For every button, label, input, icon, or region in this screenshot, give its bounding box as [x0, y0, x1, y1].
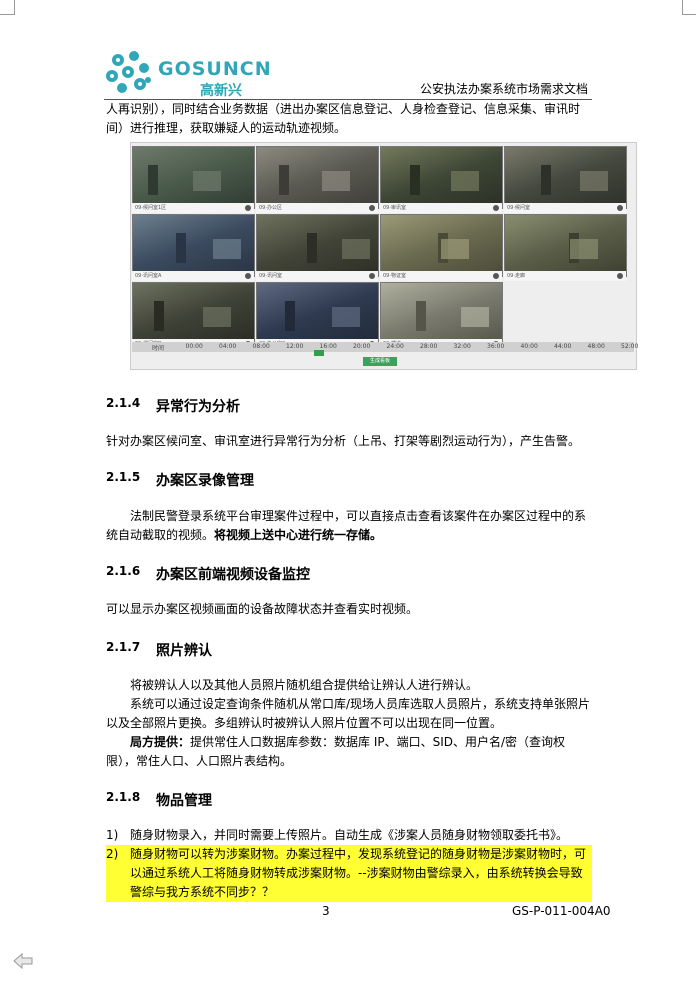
timeline-tick: 52:00 [621, 343, 639, 350]
section-number: 2.1.7 [106, 640, 141, 654]
camera-label: 09·讯问室 [259, 273, 282, 279]
video-timeline[interactable]: 时间 00:00 04:00 08:00 12:00 16:00 20:00 24:00 28:… [132, 342, 638, 352]
camera-feed[interactable] [132, 214, 255, 277]
timeline-tick: 20:00 [353, 343, 371, 350]
section-title: 物品管理 [156, 793, 212, 809]
play-icon[interactable] [493, 273, 499, 279]
page-corner-mark [0, 0, 15, 15]
camera-label: 09·审讯室 [383, 205, 406, 211]
timeline-tick: 24:00 [386, 343, 404, 350]
play-icon[interactable] [369, 205, 375, 211]
timeline-tick: 36:00 [487, 343, 505, 350]
section-number: 2.1.8 [106, 790, 141, 804]
camera-feed[interactable] [380, 146, 503, 209]
logo-mark-icon [106, 51, 151, 93]
camera-label-bar: 09·审讯室 [380, 203, 502, 213]
gosuncn-logo: GOSUNCN 高新兴 [104, 50, 274, 99]
list-item-highlighted: 2) 随身财物可以转为涉案财物。办案过程中，发现系统登记的随身财物是涉案财物时，… [106, 845, 592, 902]
camera-label-bar: 09·办公区 [256, 203, 378, 213]
camera-label: 09·候问室 [507, 205, 530, 211]
camera-feed[interactable] [256, 282, 379, 345]
list-number: 1) [106, 828, 119, 842]
section-number: 2.1.5 [106, 470, 141, 484]
camera-label: 09·办公区 [259, 205, 282, 211]
intro-paragraph: 人再识别），同时结合业务数据（进出办案区信息登记、人身检查登记、信息采集、审讯时… [106, 102, 581, 135]
section-title: 办案区前端视频设备监控 [156, 567, 310, 583]
section-number: 2.1.6 [106, 564, 141, 578]
document-code: GS-P-011-004A0 [512, 904, 611, 918]
camera-label-bar: 09·候问室1区 [132, 203, 254, 213]
logo-text-cn: 高新兴 [200, 83, 242, 99]
camera-feed[interactable] [380, 214, 503, 277]
timeline-tick: 40:00 [520, 343, 538, 350]
camera-label-bar: 09·讯问室 [256, 271, 378, 281]
back-arrow-icon[interactable] [12, 952, 34, 970]
cctv-screenshot: 09·候问室1区 09·办公区 09·审讯室 09·候问室 09·讯问室A 09·讯问室 0… [130, 142, 638, 370]
camera-label: 09·讯问室A [135, 273, 162, 279]
camera-feed[interactable] [256, 146, 379, 209]
camera-label-bar: 09·讯问室A [132, 271, 254, 281]
document-header: GOSUNCN 高新兴 公安执法办案系统市场需求文档 [104, 44, 592, 100]
timeline-tick: 48:00 [587, 343, 605, 350]
camera-label-bar: 09·走廊 [504, 271, 626, 281]
timeline-tick: 32:00 [453, 343, 471, 350]
timeline-tick: 28:00 [420, 343, 438, 350]
camera-feed[interactable] [132, 282, 255, 345]
camera-label: 09·走廊 [507, 273, 525, 279]
camera-label: 09·物证室 [383, 273, 406, 279]
bold-label: 局方提供： [130, 735, 191, 749]
section-text: 将被辨认人以及其他人员照片随机组合提供给让辨认人进行辨认。 [130, 678, 479, 692]
play-icon[interactable] [369, 273, 375, 279]
section-number: 2.1.4 [106, 396, 141, 410]
timeline-tick: 08:00 [252, 343, 270, 350]
camera-feed[interactable] [504, 146, 627, 209]
list-text: 随身财物可以转为涉案财物。办案过程中，发现系统登记的随身财物是涉案财物时，可以通… [130, 847, 587, 899]
page-number: 3 [322, 904, 330, 918]
document-title: 公安执法办案系统市场需求文档 [419, 82, 588, 96]
timeline-tick: 12:00 [286, 343, 304, 350]
camera-feed[interactable] [256, 214, 379, 277]
section-title: 照片辨认 [156, 643, 212, 659]
camera-feed[interactable] [132, 146, 255, 209]
section-text: 法制民警登录系统平台审理案件过程中，可以直接点击查看该案件在办案区过程中的系统自… [106, 507, 592, 545]
play-icon[interactable] [617, 273, 623, 279]
bold-text: 将视频上送中心进行统一存储。 [214, 528, 383, 542]
play-icon[interactable] [617, 205, 623, 211]
section-title: 办案区录像管理 [156, 473, 254, 489]
timeline-tick: 00:00 [185, 343, 203, 350]
camera-feed[interactable] [380, 282, 503, 345]
section-text: 可以显示办案区视频画面的设备故障状态并查看实时视频。 [106, 602, 419, 616]
camera-label: 09·候问室1区 [135, 205, 167, 211]
timeline-tick: 04:00 [219, 343, 237, 350]
page-corner-mark [682, 0, 696, 15]
timeline-tick: 44:00 [554, 343, 572, 350]
list-number: 2) [106, 847, 119, 861]
play-icon[interactable] [245, 205, 251, 211]
camera-label-bar: 09·物证室 [380, 271, 502, 281]
section-text: 针对办案区候问室、审讯室进行异常行为分析（上吊、打架等剧烈运动行为），产生告警。 [106, 434, 581, 448]
section-title: 异常行为分析 [156, 399, 240, 415]
camera-feed[interactable] [504, 214, 627, 277]
timeline-tick: 16:00 [319, 343, 337, 350]
section-text: 局方提供：提供常住人口数据库参数：数据库 IP、端口、SID、用户名/密（查询权… [106, 733, 592, 771]
play-icon[interactable] [493, 205, 499, 211]
logo-text-en: GOSUNCN [158, 58, 272, 80]
play-icon[interactable] [245, 273, 251, 279]
timeline-marker[interactable] [314, 350, 324, 356]
camera-label-bar: 09·候问室 [504, 203, 626, 213]
timeline-tick: 时间 [152, 345, 165, 352]
generate-button[interactable]: 生成看板 [363, 357, 397, 366]
section-text: 系统可以通过设定查询条件随机从常口库/现场人员库选取人员照片，系统支持单张照片以… [106, 697, 591, 730]
list-text: 随身财物录入，并同时需要上传照片。自动生成《涉案人员随身财物领取委托书》。 [130, 828, 569, 842]
